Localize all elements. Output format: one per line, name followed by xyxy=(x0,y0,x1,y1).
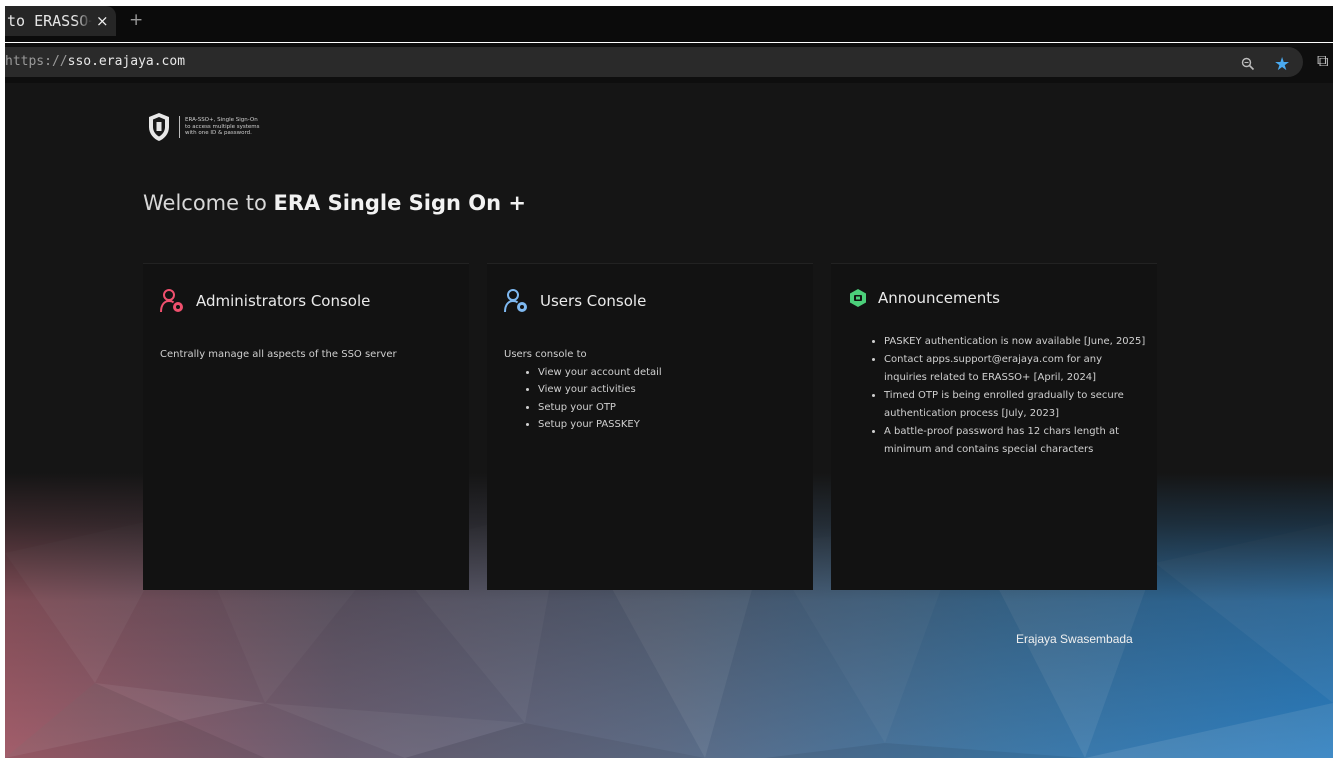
admin-console-card[interactable]: Administrators Console Centrally manage … xyxy=(143,263,469,590)
announcement-item: PASKEY authentication is now available [… xyxy=(884,333,1148,351)
tab-title: to ERASSO+ xyxy=(7,12,92,30)
tagline-line: with one ID & password. xyxy=(185,130,252,137)
card-header: Users Console xyxy=(504,288,646,314)
announcements-body: PASKEY authentication is now available [… xyxy=(848,333,1148,459)
url-scheme: https:// xyxy=(5,54,68,69)
announcement-item: Contact apps.support@erajaya.com for any… xyxy=(884,351,1148,387)
list-item: View your account detail xyxy=(538,364,662,382)
announcement-hexagon-icon xyxy=(850,289,866,307)
url-host: sso.erajaya.com xyxy=(67,54,186,69)
shield-logo-icon xyxy=(149,113,169,141)
list-item: Setup your OTP xyxy=(538,399,662,417)
users-console-intro: Users console to xyxy=(504,349,587,360)
brand-tagline: ERA-SSO+, Single Sign-On to access multi… xyxy=(185,117,260,137)
page-title: Welcome to ERA Single Sign On + xyxy=(143,191,526,215)
admin-console-title[interactable]: Administrators Console xyxy=(196,292,370,310)
page: ERA-SSO+, Single Sign-On to access multi… xyxy=(5,83,1333,758)
welcome-prefix: Welcome to xyxy=(143,191,274,215)
list-item: Setup your PASSKEY xyxy=(538,416,662,434)
browser-tab[interactable]: to ERASSO+ × xyxy=(5,6,116,36)
zoom-icon[interactable] xyxy=(1241,57,1255,71)
announcements-title: Announcements xyxy=(878,289,1000,307)
announcement-item: Timed OTP is being enrolled gradually to… xyxy=(884,387,1148,423)
brand-divider xyxy=(179,116,180,138)
browser-url-bar: https://sso.erajaya.com ★ ⧉ xyxy=(5,43,1333,83)
announcements-list: PASKEY authentication is now available [… xyxy=(848,333,1148,459)
company-name: Erajaya Swasembada xyxy=(1016,632,1133,646)
new-tab-button[interactable]: + xyxy=(129,10,143,30)
welcome-app-name: ERA Single Sign On + xyxy=(273,191,526,215)
address-text: https://sso.erajaya.com xyxy=(5,54,185,69)
admin-console-description: Centrally manage all aspects of the SSO … xyxy=(160,349,397,360)
users-console-list: View your account detail View your activ… xyxy=(504,364,662,434)
card-header: Announcements xyxy=(848,288,1000,308)
address-field[interactable]: https://sso.erajaya.com ★ xyxy=(5,47,1303,77)
admin-user-gear-icon xyxy=(160,289,183,313)
bookmark-star-icon[interactable]: ★ xyxy=(1274,54,1290,75)
close-icon[interactable]: × xyxy=(96,12,109,30)
announcements-card: Announcements PASKEY authentication is n… xyxy=(831,263,1157,590)
user-gear-icon xyxy=(504,289,527,313)
tagline-line: ERA-SSO+, Single Sign-On xyxy=(185,117,258,124)
announcement-item: A battle-proof password has 12 chars len… xyxy=(884,423,1148,459)
users-console-body: Users console to View your account detai… xyxy=(504,346,662,434)
users-console-card[interactable]: Users Console Users console to View your… xyxy=(487,263,813,590)
extensions-icon[interactable]: ⧉ xyxy=(1317,51,1328,71)
users-console-title[interactable]: Users Console xyxy=(540,292,646,310)
browser-tab-bar: to ERASSO+ × + xyxy=(5,6,1333,42)
list-item: View your activities xyxy=(538,381,662,399)
brand-header: ERA-SSO+, Single Sign-On to access multi… xyxy=(147,112,260,142)
card-header: Administrators Console xyxy=(160,288,370,314)
